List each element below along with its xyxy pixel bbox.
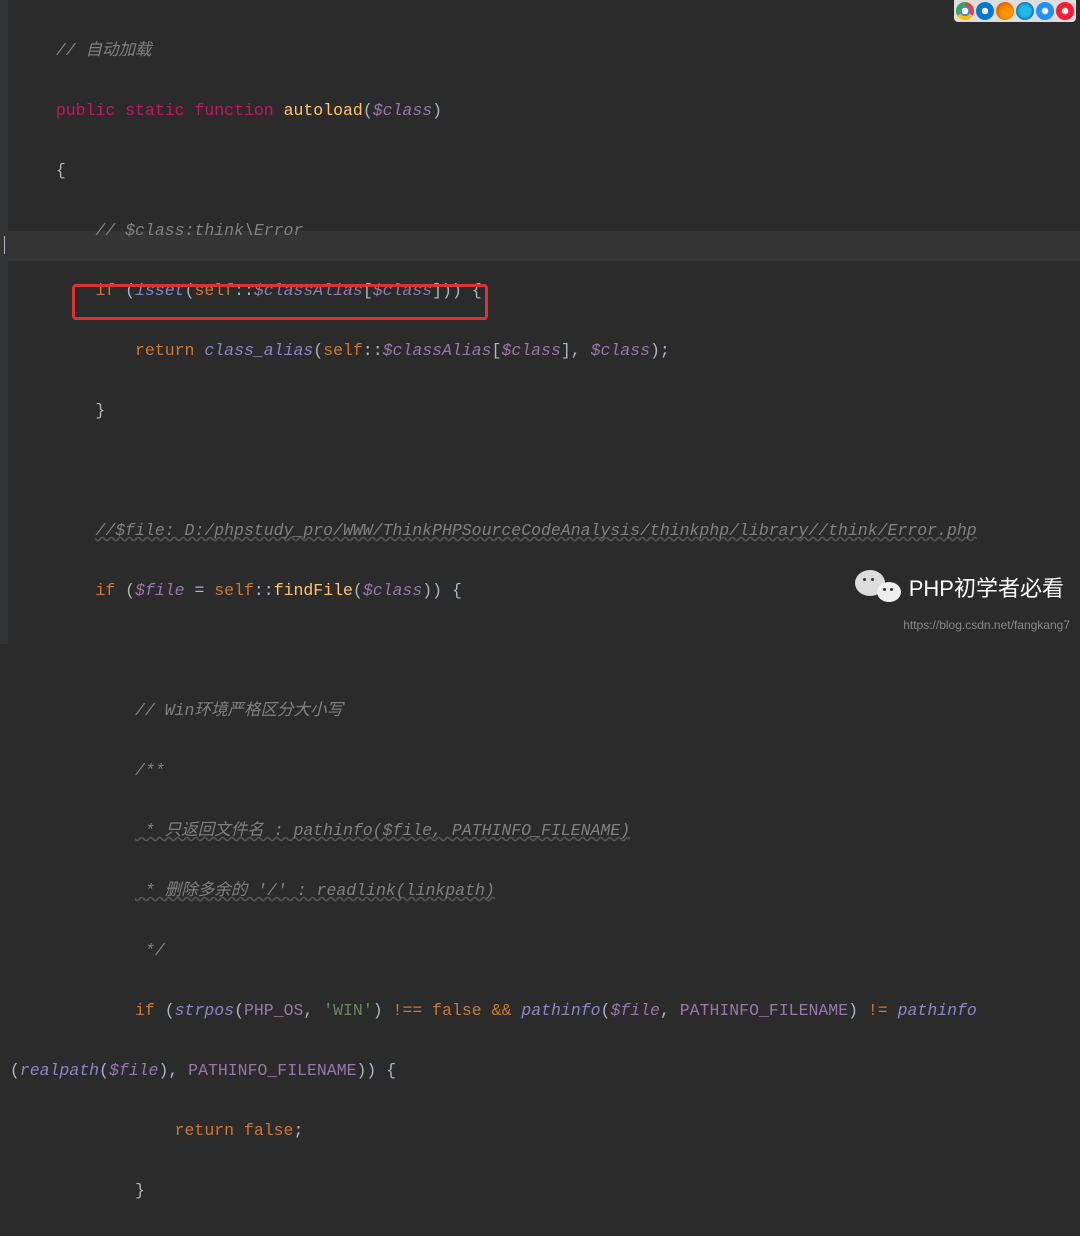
docblock-line2: * 删除多余的 '/' : readlink(linkpath) — [135, 881, 495, 900]
fn-classalias: class_alias — [204, 341, 313, 360]
kw-if: if — [95, 281, 115, 300]
browser-icons — [954, 0, 1076, 22]
fn-pathinfo: pathinfo — [521, 1001, 600, 1020]
opera-icon — [1056, 2, 1074, 20]
kw-self: self — [194, 281, 234, 300]
const-pathinfo-filename: PATHINFO_FILENAME — [680, 1001, 848, 1020]
var-class: $class — [373, 101, 432, 120]
kw-return: return — [135, 341, 194, 360]
kw-static: static — [125, 101, 184, 120]
ie-icon — [1016, 2, 1034, 20]
kw-function: function — [194, 101, 273, 120]
str-win: 'WIN' — [323, 1001, 373, 1020]
firefox-icon — [996, 2, 1014, 20]
fn-autoload: autoload — [284, 101, 363, 120]
comment-classnote: // $class:think\Error — [95, 221, 303, 240]
fn-strpos: strpos — [175, 1001, 234, 1020]
op-noteq2: != — [868, 1001, 888, 1020]
edge-icon — [976, 2, 994, 20]
text-cursor — [4, 236, 5, 254]
fn-findfile: findFile — [274, 581, 353, 600]
op-and: && — [492, 1001, 512, 1020]
docblock-end: */ — [135, 941, 165, 960]
comment-filenote: //$file: D:/phpstudy_pro/WWW/ThinkPHPSou… — [95, 521, 976, 540]
var-classalias: $classAlias — [254, 281, 363, 300]
const-phpos: PHP_OS — [244, 1001, 303, 1020]
wechat-text: PHP初学者必看 — [909, 571, 1064, 603]
comment-winnote: // Win环境严格区分大小写 — [135, 701, 343, 720]
docblock-line1: * 只返回文件名 : pathinfo($file, PATHINFO_FILE… — [135, 821, 630, 840]
wechat-icon — [855, 568, 901, 606]
safari-icon — [1036, 2, 1054, 20]
var-file: $file — [135, 581, 185, 600]
fn-isset: isset — [135, 281, 185, 300]
docblock-start: /** — [135, 761, 165, 780]
editor-gutter — [0, 0, 8, 644]
op-noteq: !== — [393, 1001, 423, 1020]
comment-autoload: // 自动加载 — [56, 41, 152, 60]
kw-public: public — [56, 101, 115, 120]
wechat-watermark: PHP初学者必看 — [855, 568, 1064, 606]
fn-realpath: realpath — [20, 1061, 99, 1080]
csdn-url-watermark: https://blog.csdn.net/fangkang7 — [903, 618, 1070, 632]
chrome-icon — [956, 2, 974, 20]
